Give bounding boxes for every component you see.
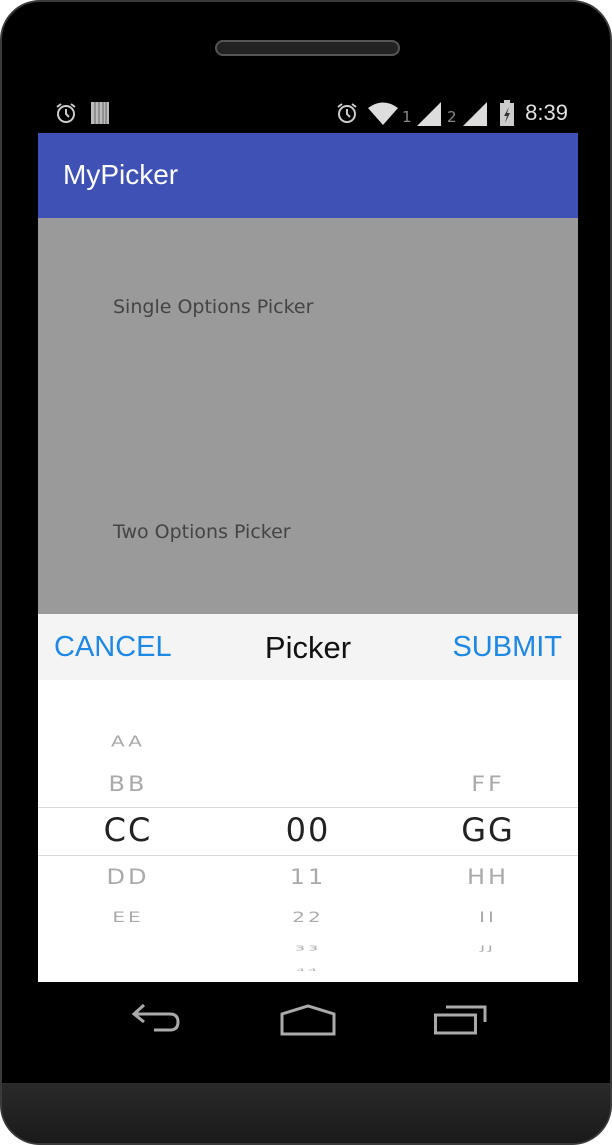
speaker-grille <box>215 40 400 56</box>
alarm-icon <box>56 103 76 123</box>
picker-item[interactable]: HH <box>398 866 578 888</box>
two-options-picker-link[interactable]: Two Options Picker <box>113 521 291 543</box>
alarm-icon <box>337 103 357 123</box>
picker-item[interactable]: DD <box>38 866 218 888</box>
picker-item[interactable]: 11 <box>218 866 398 888</box>
picker-item[interactable]: 22 <box>218 910 398 924</box>
battery-charging-icon <box>500 100 514 126</box>
wifi-icon <box>368 102 398 125</box>
sim1-label: 1 <box>402 108 412 126</box>
picker-item[interactable]: 44 <box>218 968 398 972</box>
barcode-icon <box>91 102 109 124</box>
picker-item[interactable]: BB <box>38 773 218 795</box>
picker-item-selected[interactable]: CC <box>38 814 218 846</box>
phone-frame: 1 2 8:39 MyPicker Single Options Picker … <box>0 0 612 1145</box>
picker-item[interactable]: II <box>398 910 578 924</box>
signal-icon <box>463 102 487 126</box>
submit-button[interactable]: SUBMIT <box>452 631 562 664</box>
single-options-picker-link[interactable]: Single Options Picker <box>113 296 313 318</box>
clock: 8:39 <box>525 100 568 125</box>
sim2-label: 2 <box>447 108 457 126</box>
picker-item-selected[interactable]: GG <box>398 814 578 846</box>
picker-header: CANCEL Picker SUBMIT <box>38 614 578 680</box>
recents-icon[interactable] <box>434 1004 488 1036</box>
picker-item[interactable]: FF <box>398 773 578 795</box>
picker-item[interactable]: JJ <box>398 944 578 951</box>
signal-icon <box>417 102 441 126</box>
status-bar: 1 2 8:39 <box>38 92 578 133</box>
picker-item-selected[interactable]: 00 <box>218 814 398 846</box>
selection-line-top <box>38 807 578 808</box>
back-icon[interactable] <box>132 1002 182 1036</box>
main-content: Single Options Picker Two Options Picker <box>38 218 578 614</box>
picker-wheels[interactable]: AA BB CC DD EE 00 11 22 33 44 FF GG HH II JJ <box>38 680 578 982</box>
phone-chin <box>2 1083 610 1143</box>
home-icon[interactable] <box>280 1004 338 1036</box>
navigation-bar <box>38 982 578 1087</box>
picker-item[interactable]: EE <box>38 910 218 924</box>
app-title: MyPicker <box>63 159 179 190</box>
selection-line-bottom <box>38 855 578 856</box>
picker-item[interactable]: AA <box>38 734 218 749</box>
app-bar: MyPicker <box>38 133 578 218</box>
picker-item[interactable]: 33 <box>218 944 398 951</box>
